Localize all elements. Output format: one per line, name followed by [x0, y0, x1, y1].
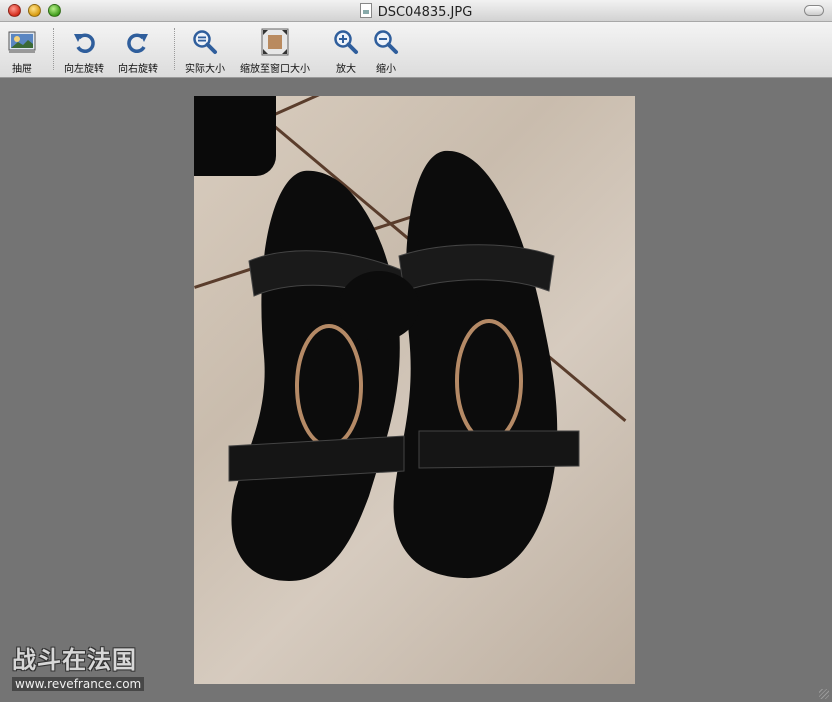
rotate-left-button[interactable]: 向左旋转 — [64, 28, 104, 75]
drawer-label: 抽屉 — [12, 64, 32, 75]
zoom-out-icon — [372, 28, 400, 56]
zoom-to-fit-icon — [261, 28, 289, 56]
zoom-out-label: 缩小 — [376, 64, 396, 75]
image-canvas[interactable]: 战斗在法国 www.revefrance.com — [0, 78, 832, 702]
actual-size-icon — [191, 28, 219, 56]
window-title-text: DSC04835.JPG — [377, 5, 473, 20]
drawer-button[interactable]: 抽屉 — [8, 28, 36, 75]
sandals-illustration — [228, 150, 580, 581]
watermark: 战斗在法国 www.revefrance.com — [12, 646, 145, 692]
rotate-right-icon — [124, 28, 152, 56]
watermark-url: www.revefrance.com — [12, 677, 145, 691]
zoom-to-fit-button[interactable]: 缩放至窗口大小 — [240, 28, 310, 75]
window-title: DSC04835.JPG — [0, 3, 832, 20]
resize-grip[interactable] — [819, 689, 829, 699]
zoom-in-icon — [332, 28, 360, 56]
drawer-icon — [8, 28, 36, 56]
document-icon — [359, 3, 372, 18]
zoom-in-label: 放大 — [336, 64, 356, 75]
rotate-right-label: 向右旋转 — [118, 64, 158, 75]
zoom-to-fit-label: 缩放至窗口大小 — [240, 64, 310, 75]
actual-size-button[interactable]: 实际大小 — [185, 28, 225, 75]
rotate-left-label: 向左旋转 — [64, 64, 104, 75]
toolbar-toggle-button[interactable] — [804, 5, 824, 16]
rotate-left-icon — [70, 28, 98, 56]
photo-image — [194, 96, 635, 684]
preview-window: DSC04835.JPG 抽屉 向左旋转 向右旋转 实际大小 缩放至窗口大小 放… — [0, 0, 832, 702]
toolbar: 抽屉 向左旋转 向右旋转 实际大小 缩放至窗口大小 放大 缩小 — [0, 22, 832, 78]
title-bar[interactable]: DSC04835.JPG — [0, 0, 832, 22]
zoom-in-button[interactable]: 放大 — [332, 28, 360, 75]
toolbar-separator — [53, 28, 54, 70]
toolbar-separator — [174, 28, 175, 70]
actual-size-label: 实际大小 — [185, 64, 225, 75]
watermark-title: 战斗在法国 — [12, 646, 137, 674]
rotate-right-button[interactable]: 向右旋转 — [118, 28, 158, 75]
zoom-out-button[interactable]: 缩小 — [372, 28, 400, 75]
